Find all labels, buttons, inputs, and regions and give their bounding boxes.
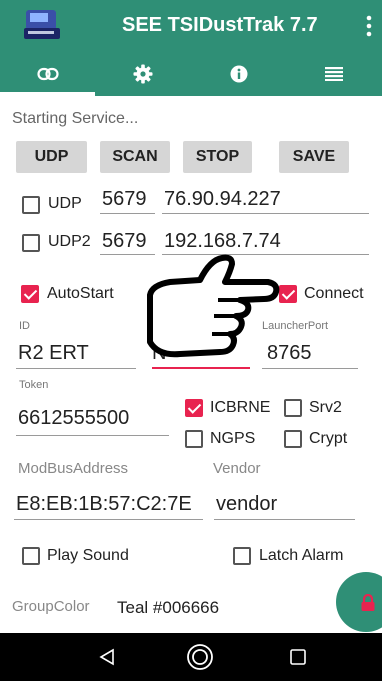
modbus-underline [14,519,203,520]
tab-info[interactable] [191,52,287,96]
id-underline [16,368,136,369]
udp-checkbox[interactable] [22,196,40,214]
stop-button[interactable]: STOP [183,141,252,173]
vendor-label: Vendor [213,460,261,477]
srv2-checkbox[interactable] [284,399,302,417]
gear-icon [133,64,153,84]
play-sound-label: Play Sound [47,547,129,564]
tab-settings[interactable] [96,52,192,96]
id-field[interactable]: R2 ERT [18,342,89,365]
ngps-label: NGPS [210,430,256,447]
udp2-label: UDP2 [48,233,91,250]
modbus-label: ModBusAddress [18,460,129,477]
vendor-underline [214,519,355,520]
group-color-label: GroupColor [12,598,90,615]
recents-icon[interactable] [290,649,306,665]
srv2-label: Srv2 [309,399,342,416]
icbrne-label: ICBRNE [210,399,271,416]
id-label: ID [19,320,30,332]
play-sound-checkbox[interactable] [22,547,40,565]
token-underline [16,435,169,436]
tab-indicator [0,92,95,96]
autostart-checkbox[interactable] [21,285,39,303]
udp-port-underline [100,213,155,214]
crypt-checkbox[interactable] [284,430,302,448]
lock-fab[interactable] [336,572,382,632]
token-field[interactable]: 6612555500 [18,407,129,430]
list-icon [325,67,344,81]
udp2-checkbox[interactable] [22,234,40,252]
udp-ip-underline [162,213,369,214]
group-color-value[interactable]: Teal #006666 [117,598,219,618]
link-icon [37,67,59,81]
udp-port-field[interactable]: 5679 [102,188,147,211]
app-title: SEE TSIDustTrak 7.7 [122,14,318,36]
info-icon [230,65,248,83]
pointing-hand-icon [147,254,280,358]
lock-icon [361,594,375,611]
crypt-label: Crypt [309,430,348,447]
system-nav-bar [0,633,382,681]
status-text: Starting Service... [12,110,139,127]
token-label: Token [19,379,49,391]
tab-bar [0,52,382,96]
back-icon[interactable] [98,648,116,666]
latch-alarm-checkbox[interactable] [233,547,251,565]
save-button[interactable]: SAVE [279,141,349,173]
ngps-checkbox[interactable] [185,430,203,448]
latch-alarm-label: Latch Alarm [259,547,344,564]
app-bar: SEE TSIDustTrak 7.7 [0,0,382,52]
udp-ip-field[interactable]: 76.90.94.227 [164,188,281,211]
udp-label: UDP [48,195,82,212]
vendor-field[interactable]: vendor [216,493,277,516]
connect-checkbox[interactable] [279,285,297,303]
connect-label: Connect [304,285,364,302]
tab-list[interactable] [287,52,382,96]
overflow-menu-icon[interactable] [364,14,374,38]
udp-button[interactable]: UDP [16,141,87,173]
icbrne-checkbox[interactable] [185,399,203,417]
tab-connection[interactable] [0,52,96,96]
home-icon[interactable] [186,643,214,671]
scan-button[interactable]: SCAN [100,141,170,173]
modbus-field[interactable]: E8:EB:1B:57:C2:7E [16,493,192,516]
app-logo-icon [24,10,60,39]
autostart-label: AutoStart [47,285,114,302]
